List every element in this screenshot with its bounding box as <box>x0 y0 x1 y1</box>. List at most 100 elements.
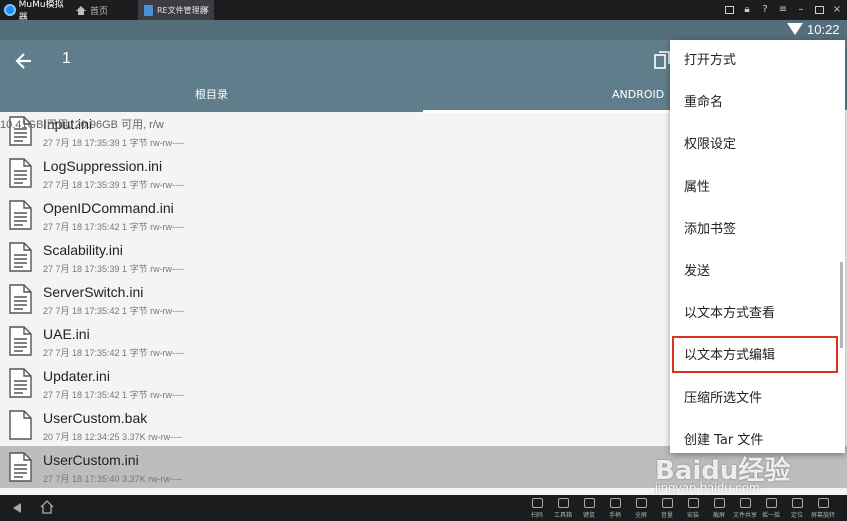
context-menu-scrollbar[interactable] <box>840 262 843 348</box>
toolbar-label: 手柄 <box>608 512 621 519</box>
context-menu-item[interactable]: 打开方式 <box>670 41 845 81</box>
toolbar-glyph-icon <box>688 498 699 508</box>
toolbar-button[interactable]: 文件共享 <box>732 497 758 521</box>
re-file-manager-icon <box>144 4 153 16</box>
toolbar-button[interactable]: 音量 <box>654 497 680 521</box>
toolbar-glyph-icon <box>584 498 595 508</box>
window-controls: 🔒︎ ? ≡ – × <box>723 0 843 20</box>
toolbar-button[interactable]: 定位 <box>784 497 810 521</box>
toolbar-glyph-icon <box>532 498 543 508</box>
context-menu-item[interactable]: 添加书签 <box>670 210 845 250</box>
file-icon <box>9 326 32 356</box>
toolbar-button[interactable]: 摇一摇 <box>758 497 784 521</box>
tab-root-directory[interactable]: 根目录 <box>0 84 423 110</box>
context-menu-item[interactable]: 权限设定 <box>670 125 845 165</box>
android-statusbar <box>0 20 847 40</box>
back-arrow-icon[interactable] <box>14 51 34 71</box>
toolbar-label: 安装 <box>686 512 699 519</box>
close-window-icon[interactable]: × <box>831 4 843 16</box>
context-menu-item[interactable]: 压缩所选文件 <box>670 379 845 419</box>
file-icon <box>9 452 32 482</box>
toolbar-glyph-icon <box>766 498 777 508</box>
context-menu-item[interactable]: 以文本方式编辑 <box>670 336 845 376</box>
file-meta: 27 7月 18 17:35:42 1 字节 rw-rw---- <box>43 390 185 400</box>
toolbar-button[interactable]: 工具箱 <box>550 497 576 521</box>
help-icon[interactable]: ? <box>759 4 771 16</box>
emulator-toolbar: 扫码 工具箱 键鼠 手柄 全屏 音量 安装 截屏 文件共享 摇一摇 定位 屏幕旋转 <box>524 497 836 521</box>
minimize-icon[interactable]: – <box>795 4 807 16</box>
context-menu-item[interactable]: 以文本方式查看 <box>670 294 845 334</box>
toolbar-label: 文件共享 <box>732 512 757 519</box>
file-icon <box>9 158 32 188</box>
file-name: Scalability.ini <box>43 242 123 258</box>
emulator-titlebar: MuMu模拟器 首页 RE文件管理器 × 🔒︎ ? ≡ – × <box>0 0 847 23</box>
file-name: UAE.ini <box>43 326 90 342</box>
file-meta: 27 7月 18 17:35:39 1 字节 rw-rw---- <box>43 264 185 274</box>
emulator-home-tab[interactable]: 首页 <box>70 0 136 20</box>
toolbar-label: 全屏 <box>634 512 647 519</box>
toolbar-button[interactable]: 截屏 <box>706 497 732 521</box>
file-icon <box>9 242 32 272</box>
toolbar-button[interactable]: 屏幕旋转 <box>810 497 836 521</box>
toolbar-glyph-icon <box>662 498 673 508</box>
menu-icon[interactable]: ≡ <box>777 4 789 16</box>
context-menu-item[interactable]: 创建 Tar 文件 <box>670 421 845 461</box>
toolbar-label: 工具箱 <box>553 512 572 519</box>
home-tab-label: 首页 <box>90 6 109 17</box>
emulator-app-label: MuMu模拟器 <box>0 0 70 23</box>
toolbar-glyph-icon <box>792 498 803 508</box>
toolbar-label: 键鼠 <box>582 512 595 519</box>
context-menu-item[interactable]: 属性 <box>670 168 845 208</box>
active-tab-label: RE文件管理器 <box>157 5 208 15</box>
storage-info: 10.41GB 已用, 20.96GB 可用, r/w <box>0 119 164 131</box>
file-meta: 27 7月 18 17:35:39 1 字节 rw-rw---- <box>43 138 185 148</box>
toolbar-label: 屏幕旋转 <box>810 512 835 519</box>
file-meta: 27 7月 18 17:35:39 1 字节 rw-rw---- <box>43 180 185 190</box>
file-meta: 27 7月 18 17:35:40 3.37K rw-rw---- <box>43 474 183 484</box>
file-icon <box>9 200 32 230</box>
file-icon <box>9 368 32 398</box>
toolbar-button[interactable]: 手柄 <box>602 497 628 521</box>
file-meta: 27 7月 18 17:35:42 1 字节 rw-rw---- <box>43 348 185 358</box>
maximize-icon[interactable] <box>813 4 825 16</box>
toolbar-label: 截屏 <box>712 512 725 519</box>
toolbar-glyph-icon <box>818 498 829 508</box>
context-menu-item[interactable]: 发送 <box>670 252 845 292</box>
mumu-logo-icon <box>4 4 16 16</box>
toolbar-glyph-icon <box>740 498 751 508</box>
current-path-title: 1 <box>62 50 71 67</box>
toolbar-label: 音量 <box>660 512 673 519</box>
file-icon <box>9 284 32 314</box>
nav-back-icon[interactable] <box>13 503 21 513</box>
toolbar-button[interactable]: 安装 <box>680 497 706 521</box>
file-icon <box>9 410 32 440</box>
file-name: UserCustom.bak <box>43 410 148 426</box>
toolbar-button[interactable]: 扫码 <box>524 497 550 521</box>
file-meta: 20 7月 18 12:34:25 3.37K rw-rw---- <box>43 432 183 442</box>
file-name: ServerSwitch.ini <box>43 284 144 300</box>
toolbar-label: 定位 <box>790 512 803 519</box>
file-name: Updater.ini <box>43 368 110 384</box>
context-menu: 打开方式 重命名 权限设定 属性 添加书签 发送 以文本方式查看 以文本方式编辑 压缩所选文件创… <box>670 40 845 453</box>
file-name: LogSuppression.ini <box>43 158 163 174</box>
context-menu-item[interactable]: 重命名 <box>670 83 845 123</box>
tab-close-icon[interactable]: × <box>202 4 210 16</box>
toolbar-glyph-icon <box>610 498 621 508</box>
file-name: OpenIDCommand.ini <box>43 200 174 216</box>
file-name: UserCustom.ini <box>43 452 139 468</box>
toolbar-label: 摇一摇 <box>761 512 780 519</box>
toolbar-glyph-icon <box>714 498 725 508</box>
toolbar-glyph-icon <box>636 498 647 508</box>
home-icon <box>76 5 86 15</box>
nav-home-icon[interactable] <box>40 500 54 514</box>
toolbar-glyph-icon <box>558 498 569 508</box>
emulator-active-tab[interactable]: RE文件管理器 × <box>138 0 214 20</box>
file-meta: 27 7月 18 17:35:42 1 字节 rw-rw---- <box>43 306 185 316</box>
status-clock: 10:22 <box>807 22 840 37</box>
toolbar-button[interactable]: 键鼠 <box>576 497 602 521</box>
file-meta: 27 7月 18 17:35:42 1 字节 rw-rw---- <box>43 222 185 232</box>
recent-apps-icon[interactable] <box>723 4 735 16</box>
copy-icon[interactable] <box>654 51 670 69</box>
toolbar-button[interactable]: 全屏 <box>628 497 654 521</box>
lock-icon[interactable]: 🔒︎ <box>741 4 753 16</box>
